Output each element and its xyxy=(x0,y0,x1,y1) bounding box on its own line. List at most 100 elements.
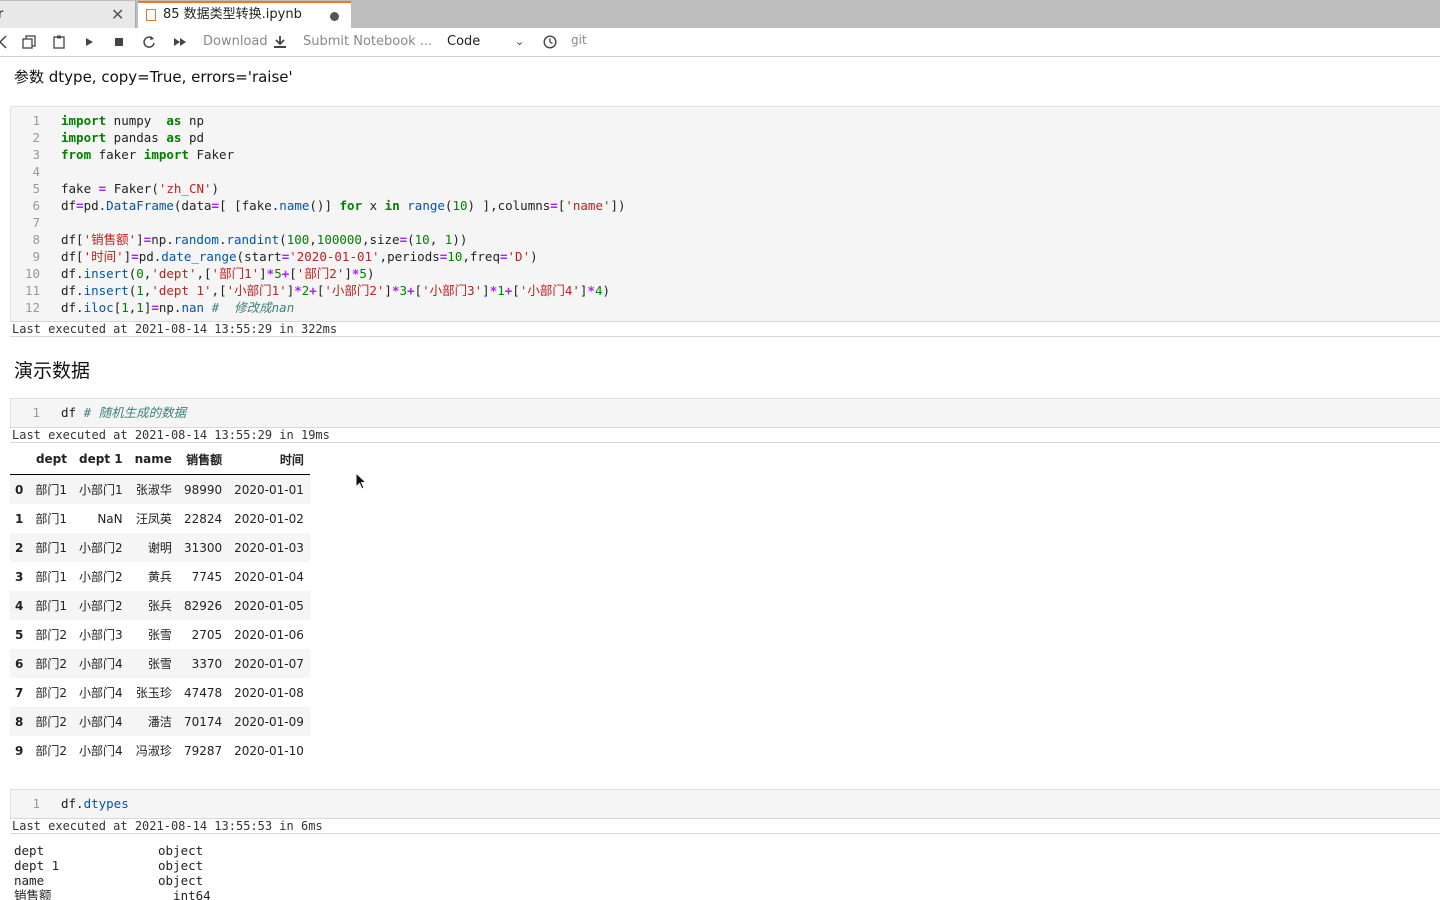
column-header: 时间 xyxy=(228,444,310,475)
clock-icon[interactable] xyxy=(541,28,559,56)
table-header-row: dept dept 1 name 销售额 时间 xyxy=(10,444,310,475)
row-index: 1 xyxy=(15,511,24,526)
unsaved-indicator-icon[interactable] xyxy=(330,12,339,21)
row-index: 9 xyxy=(15,743,24,758)
table-cell: NaN xyxy=(97,511,123,526)
code-line: 3 from faker import Faker xyxy=(32,147,235,162)
fast-forward-icon[interactable] xyxy=(170,28,190,56)
table-cell: 小部门4 xyxy=(79,744,123,758)
table-cell: 2020-01-04 xyxy=(234,569,304,584)
code-cell-3[interactable]: 1 df.dtypes xyxy=(10,789,1440,819)
dtype-row: dept object xyxy=(14,843,204,858)
table-cell: 黄兵 xyxy=(147,570,172,584)
column-header: 销售额 xyxy=(177,444,229,475)
table-cell: 70174 xyxy=(183,714,223,729)
table-cell: 2020-01-08 xyxy=(234,685,304,700)
table-cell: 31300 xyxy=(183,540,223,555)
table-cell: 小部门4 xyxy=(79,686,123,700)
table-cell: 冯淑珍 xyxy=(135,744,172,758)
table-cell: 部门2 xyxy=(35,715,67,729)
tab-label: r xyxy=(0,7,4,22)
table-cell: 3370 xyxy=(191,656,223,671)
download-button[interactable]: Download xyxy=(203,28,268,56)
chevron-down-icon: ⌄ xyxy=(515,35,525,48)
table-cell: 汪凤英 xyxy=(135,512,172,526)
submit-notebook-button[interactable]: Submit Notebook ... xyxy=(303,28,432,56)
row-index: 3 xyxy=(15,569,24,584)
dtypes-output: dept object dept 1 object name object 销售额 i… xyxy=(14,843,414,900)
table-cell: 7745 xyxy=(191,569,223,584)
code-line: 10 df.insert(0,'dept',['部门1']*5+['部门2']*5… xyxy=(24,266,375,281)
column-header: name xyxy=(128,444,178,475)
table-cell: 张淑华 xyxy=(135,483,172,497)
table-cell: 谢明 xyxy=(147,541,172,555)
download-icon[interactable] xyxy=(271,28,289,56)
tab-notebook[interactable]: 85 数据类型转换.ipynb xyxy=(138,1,351,28)
row-index: 5 xyxy=(15,627,24,642)
execution-time: Last executed at 2021-08-14 13:55:29 in … xyxy=(10,321,1440,337)
table-cell: 2020-01-02 xyxy=(234,511,304,526)
row-index: 0 xyxy=(15,482,24,497)
column-header: dept xyxy=(29,444,73,475)
table-cell: 2020-01-10 xyxy=(234,743,304,758)
dataframe-output: dept dept 1 name 销售额 时间 0 部门1 小部门1 张淑华 98990… xyxy=(10,444,310,765)
execution-time: Last executed at 2021-08-14 13:55:53 in … xyxy=(10,818,1440,834)
cell-type-select[interactable]: Code ⌄ xyxy=(447,28,524,56)
table-cell: 79287 xyxy=(183,743,223,758)
markdown-cell-params: 参数 dtype, copy=True, errors='raise' xyxy=(14,68,293,86)
tab-previous[interactable]: r ✕ xyxy=(0,1,136,28)
dtype-row: dept 1 object xyxy=(14,858,204,873)
close-icon[interactable]: ✕ xyxy=(111,1,124,28)
code-line: 1 df # 随机生成的数据 xyxy=(32,405,187,420)
markdown-heading-demo-data: 演示数据 xyxy=(14,360,91,382)
table-cell: 47478 xyxy=(183,685,223,700)
table-row: 1 部门1 NaN 汪凤英 22824 2020-01-02 xyxy=(10,504,310,533)
table-cell: 2020-01-09 xyxy=(234,714,304,729)
table-cell: 98990 xyxy=(183,482,223,497)
row-index: 6 xyxy=(15,656,24,671)
table-cell: 张雪 xyxy=(147,628,172,642)
table-row: 4 部门1 小部门2 张兵 82926 2020-01-05 xyxy=(10,591,310,620)
paste-icon[interactable] xyxy=(50,28,68,56)
table-cell: 小部门2 xyxy=(79,541,123,555)
table-cell: 82926 xyxy=(183,598,223,613)
tab-bar: r ✕ 85 数据类型转换.ipynb xyxy=(0,0,1440,28)
table-row: 7 部门2 小部门4 张玉珍 47478 2020-01-08 xyxy=(10,678,310,707)
table-cell: 张雪 xyxy=(147,657,172,671)
copy-icon[interactable] xyxy=(20,28,38,56)
git-button[interactable]: git xyxy=(571,26,587,54)
tab-label: 85 数据类型转换.ipynb xyxy=(163,7,302,22)
column-header: dept 1 xyxy=(73,444,129,475)
notebook-panel: 参数 dtype, copy=True, errors='raise' 1 imp… xyxy=(0,57,1440,900)
code-line: 4 xyxy=(32,164,40,179)
table-cell: 部门1 xyxy=(35,541,67,555)
stop-icon[interactable] xyxy=(110,28,128,56)
table-cell: 22824 xyxy=(183,511,223,526)
table-cell: 小部门3 xyxy=(79,628,123,642)
table-cell: 部门2 xyxy=(35,686,67,700)
table-cell: 2020-01-07 xyxy=(234,656,304,671)
restart-icon[interactable] xyxy=(140,28,158,56)
code-cell-2[interactable]: 1 df # 随机生成的数据 xyxy=(10,398,1440,428)
run-icon[interactable] xyxy=(80,28,98,56)
table-cell: 部门1 xyxy=(35,570,67,584)
table-cell: 部门2 xyxy=(35,628,67,642)
row-index: 2 xyxy=(15,540,24,555)
table-row: 9 部门2 小部门4 冯淑珍 79287 2020-01-10 xyxy=(10,736,310,765)
cut-icon[interactable] xyxy=(0,28,10,56)
table-cell: 小部门2 xyxy=(79,570,123,584)
table-cell: 部门1 xyxy=(35,512,67,526)
notebook-icon xyxy=(146,9,156,21)
table-cell: 小部门2 xyxy=(79,599,123,613)
dtype-row: 销售额 int64 xyxy=(14,888,211,900)
execution-time: Last executed at 2021-08-14 13:55:29 in … xyxy=(10,427,1440,443)
code-line: 6 df=pd.DataFrame(data=[ [fake.name()] fo… xyxy=(32,198,626,213)
table-cell: 潘洁 xyxy=(147,715,172,729)
code-line: 7 xyxy=(32,215,40,230)
table-row: 6 部门2 小部门4 张雪 3370 2020-01-07 xyxy=(10,649,310,678)
table-cell: 2020-01-03 xyxy=(234,540,304,555)
table-row: 2 部门1 小部门2 谢明 31300 2020-01-03 xyxy=(10,533,310,562)
code-cell-1[interactable]: 1 import numpy as np 2 import pandas as pd… xyxy=(10,106,1440,322)
table-cell: 2020-01-06 xyxy=(234,627,304,642)
mouse-cursor-icon xyxy=(355,472,368,490)
